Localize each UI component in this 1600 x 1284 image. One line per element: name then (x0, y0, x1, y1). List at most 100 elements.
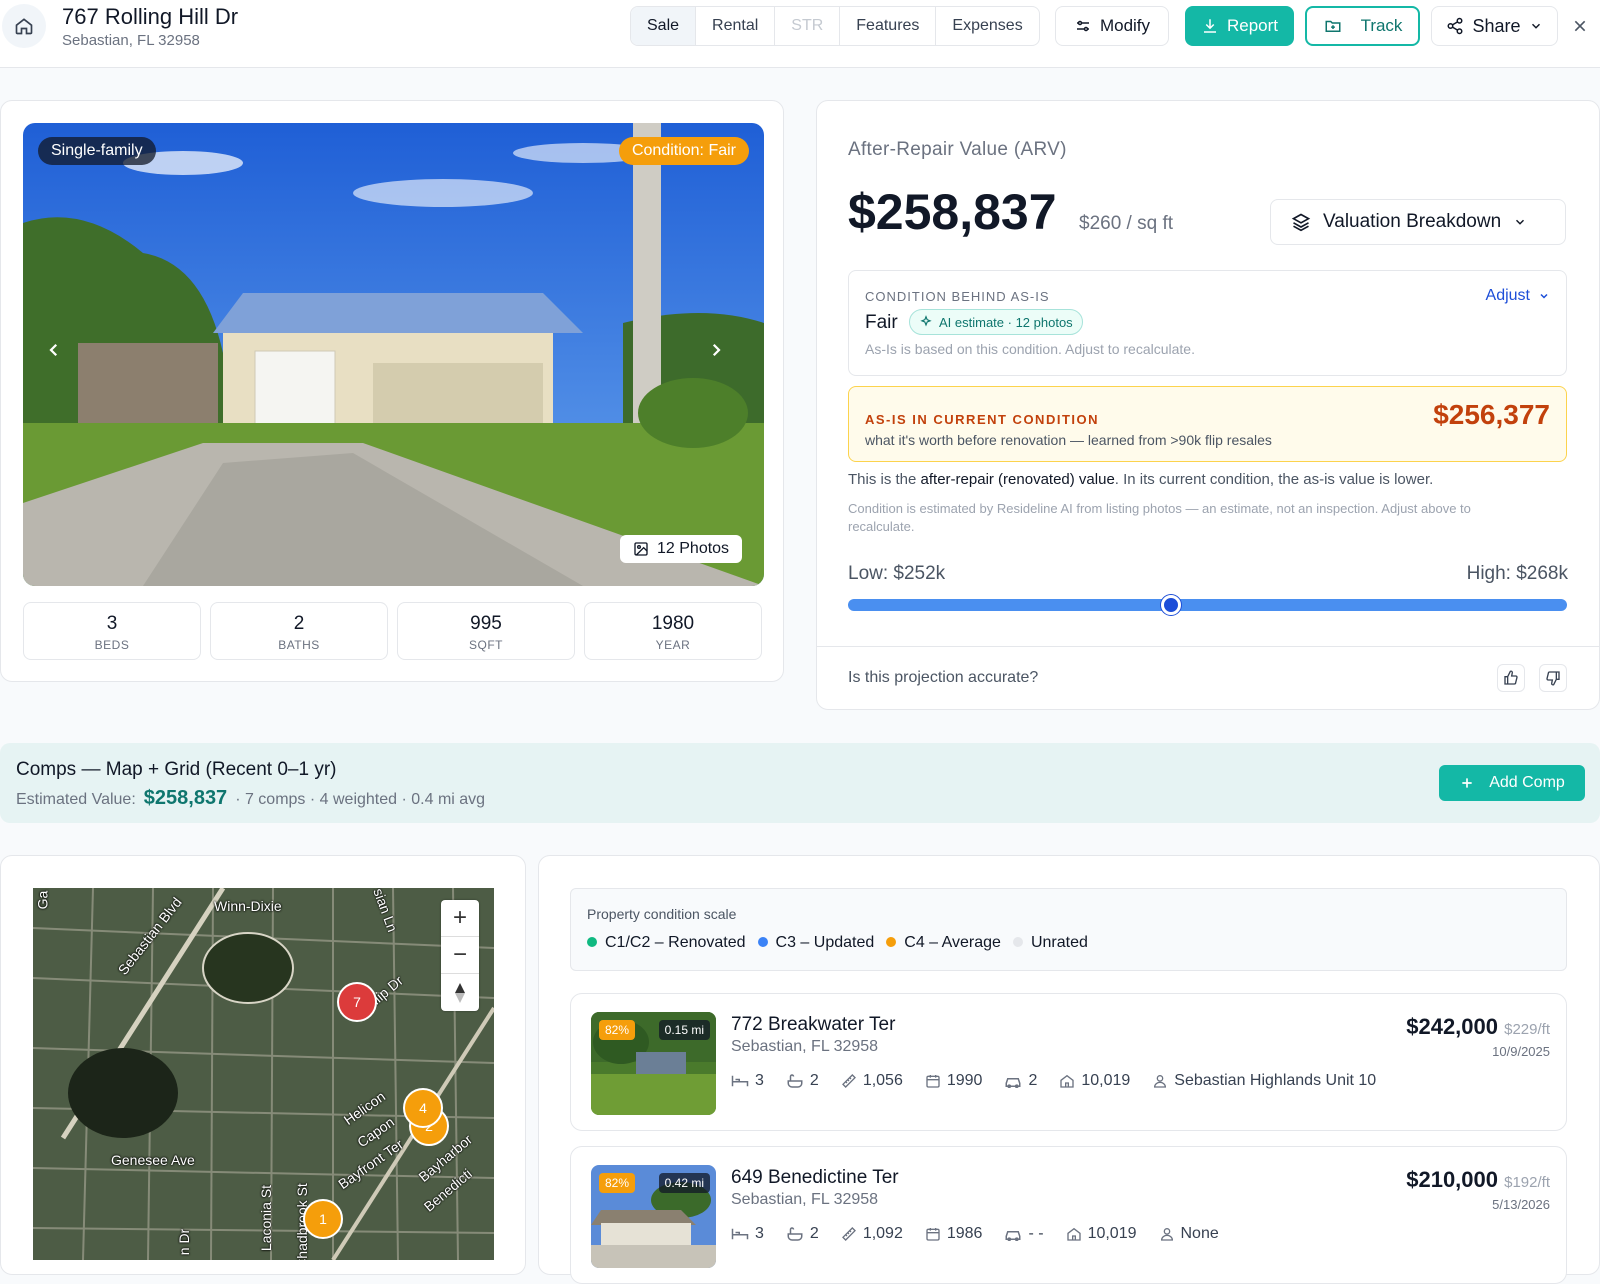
zoom-out-button[interactable]: − (441, 937, 479, 974)
sliders-icon (1076, 20, 1089, 32)
comps-map[interactable]: Winn-Dixie Sebastian Blvd Tulip Dr Genes… (33, 888, 494, 1260)
range-low: Low: $252k (848, 563, 946, 584)
modify-button[interactable]: Modify (1055, 6, 1169, 46)
comps-summary: Estimated Value: $258,837 · 7 comps · 4 … (16, 787, 485, 810)
comp-card[interactable]: 82% 0.42 mi 649 Benedictine Ter Sebastia… (570, 1146, 1567, 1284)
map-label-winn-dixie: Winn-Dixie (214, 898, 282, 914)
report-button[interactable]: Report (1185, 6, 1294, 46)
as-is-box: AS-IS IN CURRENT CONDITION what it's wor… (848, 386, 1567, 462)
tab-sale[interactable]: Sale (631, 7, 697, 45)
close-button[interactable] (1568, 12, 1592, 40)
stat-value: 995 (470, 613, 502, 634)
comp-year: 1990 (925, 1072, 983, 1090)
reset-bearing-button[interactable] (441, 974, 479, 1011)
condition-scale-legend: C1/C2 – Renovated C3 – Updated C4 – Aver… (587, 934, 1088, 952)
legend-dot (1012, 937, 1023, 947)
comp-photo: 82% 0.42 mi (591, 1165, 716, 1268)
thumbs-up-icon (1504, 670, 1518, 685)
property-address: 767 Rolling Hill Dr (62, 4, 239, 29)
tab-rental[interactable]: Rental (696, 7, 776, 45)
top-bar: 767 Rolling Hill Dr Sebastian, FL 32958 … (0, 0, 1600, 68)
property-card: Single-family Condition: Fair 12 Photos … (0, 100, 784, 682)
comp-lot-value: 10,019 (1087, 1225, 1137, 1242)
calendar-icon (926, 1075, 940, 1088)
comp-lot: 10,019 (1059, 1072, 1130, 1090)
map-pin[interactable]: 7 (337, 982, 377, 1022)
stat-value: 3 (106, 613, 118, 634)
comp-sold-date: 5/13/2026 (1492, 1197, 1550, 1212)
estimated-value: $258,837 (143, 787, 228, 809)
car-icon (1005, 1078, 1021, 1088)
thumbs-down-icon (1546, 671, 1560, 686)
stat-beds: 3 BEDS (23, 602, 201, 660)
legend-dot (757, 937, 768, 947)
comp-address: 772 Breakwater Ter (731, 1014, 896, 1035)
thumbs-down-button[interactable] (1539, 664, 1567, 692)
map-zoom-controls: + − (441, 900, 479, 1011)
match-badge: 82% (599, 1173, 636, 1193)
stat-label: BEDS (94, 638, 130, 652)
car-icon (1005, 1231, 1021, 1241)
property-photo[interactable]: Single-family Condition: Fair 12 Photos (23, 123, 764, 586)
layers-icon (1291, 213, 1311, 232)
comp-photo: 82% 0.15 mi (591, 1012, 716, 1115)
adjust-button[interactable]: Adjust (1486, 287, 1550, 305)
comp-year-value: 1986 (946, 1225, 983, 1242)
comp-garage: - - (1004, 1225, 1044, 1243)
ruler-icon (841, 1227, 856, 1241)
bed-icon (731, 1228, 749, 1240)
comp-price-per-ft: $229/ft (1504, 1021, 1550, 1038)
valuation-breakdown-button[interactable]: Valuation Breakdown (1270, 199, 1566, 245)
download-icon (1203, 19, 1216, 33)
comp-sold-date: 10/9/2025 (1492, 1044, 1550, 1059)
arv-explanation-emphasis: after-repair (renovated) value (920, 471, 1115, 488)
chevron-down-icon (1531, 23, 1540, 29)
modify-label: Modify (1099, 16, 1151, 35)
photo-next-button[interactable] (701, 335, 731, 365)
legend-dot (587, 937, 597, 947)
value-range-bar (848, 599, 1567, 611)
comp-price: $210,000 (1406, 1167, 1498, 1192)
ai-estimate-chip: AI estimate · 12 photos (909, 309, 1083, 335)
comp-beds-value: 3 (755, 1225, 764, 1242)
comp-price-block: $242,000 $229/ft (1406, 1014, 1550, 1040)
tab-expenses[interactable]: Expenses (936, 7, 1038, 45)
comp-card[interactable]: 82% 0.15 mi 772 Breakwater Ter Sebastian… (570, 993, 1567, 1131)
comp-baths-value: 2 (809, 1072, 819, 1089)
comp-year: 1986 (925, 1225, 983, 1243)
tab-str[interactable]: STR (775, 7, 841, 45)
comp-subdivision: Sebastian Highlands Unit 10 (1152, 1072, 1376, 1090)
map-pin[interactable]: 1 (303, 1199, 343, 1239)
stat-label: YEAR (655, 638, 691, 652)
compass-icon (455, 982, 465, 1003)
add-comp-button[interactable]: Add Comp (1439, 765, 1585, 801)
photos-count-button[interactable]: 12 Photos (620, 535, 743, 563)
property-city: Sebastian, FL 32958 (62, 32, 200, 49)
thumbs-up-button[interactable] (1497, 664, 1525, 692)
accuracy-question: Is this projection accurate? (848, 669, 1039, 686)
comp-price-per-ft: $192/ft (1504, 1174, 1550, 1191)
comp-subdivision: None (1159, 1225, 1219, 1243)
map-pin[interactable]: 4 (403, 1088, 443, 1128)
comps-title: Comps — Map + Grid (Recent 0–1 yr) (16, 759, 337, 780)
condition-scale-title: Property condition scale (587, 906, 737, 922)
sparkles-icon (920, 315, 932, 327)
comp-lot-value: 10,019 (1081, 1072, 1131, 1089)
home-button[interactable] (2, 4, 46, 48)
stat-year: 1980 YEAR (584, 602, 762, 660)
condition-box: CONDITION BEHIND AS-IS Fair AI estimate … (848, 270, 1567, 376)
comp-city: Sebastian, FL 32958 (731, 1038, 879, 1055)
photo-prev-button[interactable] (39, 335, 69, 365)
track-button[interactable]: Track (1305, 6, 1420, 46)
comp-garage: 2 (1004, 1072, 1037, 1090)
distance-badge: 0.15 mi (658, 1020, 710, 1040)
tab-features[interactable]: Features (840, 7, 937, 45)
share-button[interactable]: Share (1431, 6, 1558, 46)
comp-year-value: 1990 (946, 1072, 983, 1089)
adjust-label: Adjust (1485, 287, 1530, 304)
zoom-in-button[interactable]: + (441, 900, 479, 937)
distance-badge: 0.42 mi (658, 1173, 710, 1193)
home-outline-icon (1060, 1074, 1075, 1088)
comp-baths: 2 (786, 1072, 819, 1090)
comp-price-block: $210,000 $192/ft (1406, 1167, 1550, 1193)
